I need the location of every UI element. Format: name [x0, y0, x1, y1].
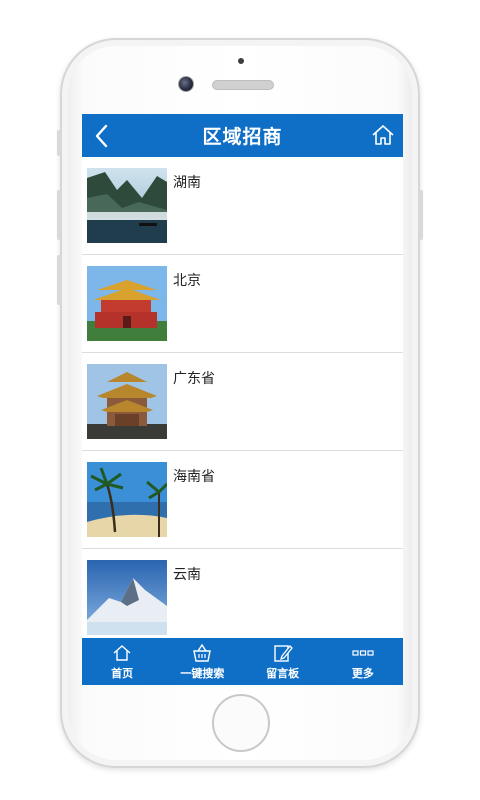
chevron-left-icon[interactable]: [92, 124, 114, 148]
region-photo: [87, 168, 167, 243]
phone-side-button: [57, 255, 61, 305]
phone-home-button[interactable]: [212, 694, 270, 752]
more-icon: [352, 643, 374, 663]
home-icon: [111, 643, 133, 663]
region-name: 海南省: [173, 469, 215, 485]
region-name: 湖南: [173, 175, 201, 191]
tab-label: 更多: [351, 666, 374, 680]
front-camera: [178, 76, 194, 92]
top-bar: 区域招商: [82, 114, 403, 157]
list-item[interactable]: 云南: [82, 549, 403, 638]
home-icon[interactable]: [371, 123, 395, 147]
earpiece-speaker: [212, 80, 274, 90]
list-item[interactable]: 海南省: [82, 451, 403, 549]
tab-message-board[interactable]: 留言板: [243, 638, 323, 685]
region-photo: [87, 462, 167, 537]
edit-icon: [272, 643, 294, 663]
tab-more[interactable]: 更多: [323, 638, 403, 685]
region-photo: [87, 266, 167, 341]
region-list: 湖南 北京 广东省 海南省 云南: [82, 157, 403, 638]
region-name: 云南: [173, 567, 201, 583]
tab-label: 首页: [111, 666, 134, 680]
bottom-tab-bar: 首页 一键搜索 留言板 更多: [82, 638, 403, 685]
tab-home[interactable]: 首页: [82, 638, 162, 685]
page-title: 区域招商: [202, 126, 283, 148]
region-photo: [87, 364, 167, 439]
tab-label: 一键搜索: [180, 666, 225, 680]
tab-search[interactable]: 一键搜索: [162, 638, 242, 685]
basket-icon: [191, 643, 213, 663]
region-name: 北京: [173, 273, 201, 289]
list-item[interactable]: 广东省: [82, 353, 403, 451]
region-name: 广东省: [173, 371, 215, 387]
tab-label: 留言板: [266, 666, 300, 680]
app-screen: 区域招商 湖南 北京 广东省 海南省 云南 首页 一键搜索 留言板 更多: [82, 114, 403, 685]
list-item[interactable]: 北京: [82, 255, 403, 353]
phone-side-button: [419, 190, 423, 240]
list-item[interactable]: 湖南: [82, 157, 403, 255]
phone-side-button: [57, 130, 61, 156]
phone-sensor: [238, 58, 244, 64]
region-photo: [87, 560, 167, 635]
phone-side-button: [57, 190, 61, 240]
